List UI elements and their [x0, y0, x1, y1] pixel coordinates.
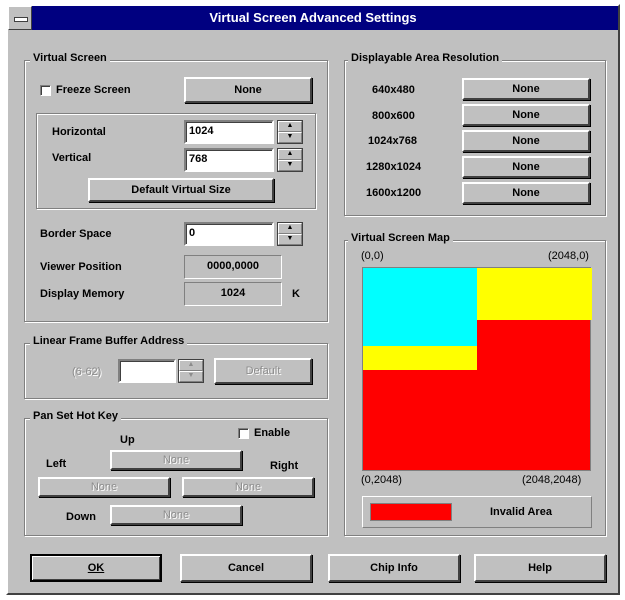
title-bar: Virtual Screen Advanced Settings [8, 6, 618, 30]
pan-down-label: Down [66, 511, 96, 523]
ok-button[interactable]: OK [30, 554, 162, 582]
resolution-label-800x600: 800x600 [372, 110, 415, 122]
linear-frame-default-button[interactable]: Default [214, 358, 312, 384]
virtual-area-region-right [477, 268, 592, 320]
pan-down-button[interactable]: None [110, 505, 242, 525]
resolution-label-1600x1200: 1600x1200 [366, 187, 422, 199]
default-virtual-size-button[interactable]: Default Virtual Size [88, 178, 274, 202]
spin-down-icon[interactable]: ▼ [179, 371, 203, 382]
pan-up-label: Up [120, 434, 135, 446]
pan-left-label: Left [46, 458, 67, 470]
virtual-screen-map-group-label: Virtual Screen Map [348, 232, 453, 244]
resolution-button-1600x1200[interactable]: None [462, 182, 590, 204]
map-top-right-coord: (2048,0) [548, 250, 589, 262]
horizontal-spinner[interactable]: ▲ ▼ [277, 120, 303, 144]
ok-button-label: OK [87, 562, 105, 574]
spin-up-icon[interactable]: ▲ [278, 223, 302, 234]
resolution-button-1280x1024[interactable]: None [462, 156, 590, 178]
border-space-label: Border Space [40, 228, 112, 240]
vertical-label: Vertical [52, 152, 92, 164]
spin-up-icon[interactable]: ▲ [179, 360, 203, 371]
map-bottom-left-coord: (0,2048) [361, 474, 402, 486]
spin-down-icon[interactable]: ▼ [278, 160, 302, 171]
linear-frame-range-label: (6-62) [72, 366, 102, 378]
window-title: Virtual Screen Advanced Settings [209, 10, 417, 25]
spin-down-icon[interactable]: ▼ [278, 234, 302, 245]
invalid-area-label: Invalid Area [490, 506, 552, 518]
border-space-input[interactable]: 0 [184, 222, 274, 246]
spin-up-icon[interactable]: ▲ [278, 149, 302, 160]
pan-up-button[interactable]: None [110, 450, 242, 470]
horizontal-input[interactable]: 1024 [184, 120, 274, 144]
pan-left-button[interactable]: None [38, 477, 170, 497]
display-memory-value: 1024 [184, 282, 282, 306]
viewer-position-label: Viewer Position [40, 261, 122, 273]
viewer-position-value: 0000,0000 [184, 255, 282, 279]
system-menu-icon [14, 17, 28, 22]
spin-down-icon[interactable]: ▼ [278, 132, 302, 143]
vertical-input[interactable]: 768 [184, 148, 274, 172]
freeze-screen-button[interactable]: None [184, 77, 312, 103]
pan-right-label: Right [270, 460, 299, 472]
pan-enable-checkbox[interactable] [238, 428, 249, 439]
resolution-button-1024x768[interactable]: None [462, 130, 590, 152]
help-button[interactable]: Help [474, 554, 606, 582]
pan-hot-key-group-label: Pan Set Hot Key [30, 410, 121, 422]
linear-frame-input[interactable] [118, 359, 176, 383]
invalid-area-swatch [370, 503, 452, 521]
map-top-left-coord: (0,0) [361, 250, 384, 262]
border-space-spinner[interactable]: ▲ ▼ [277, 222, 303, 246]
resolution-label-640x480: 640x480 [372, 84, 415, 96]
viewer-region [363, 268, 477, 346]
resolution-group-label: Displayable Area Resolution [348, 52, 503, 64]
chip-info-button[interactable]: Chip Info [328, 554, 460, 582]
spin-up-icon[interactable]: ▲ [278, 121, 302, 132]
pan-enable-label: Enable [254, 427, 291, 439]
pan-right-button[interactable]: None [182, 477, 314, 497]
virtual-screen-group-label: Virtual Screen [30, 52, 110, 64]
linear-frame-group-label: Linear Frame Buffer Address [30, 335, 188, 347]
resolution-label-1280x1024: 1280x1024 [366, 161, 422, 173]
horizontal-label: Horizontal [52, 126, 106, 138]
vertical-spinner[interactable]: ▲ ▼ [277, 148, 303, 172]
resolution-label-1024x768: 1024x768 [368, 135, 417, 147]
display-memory-label: Display Memory [40, 288, 125, 300]
system-menu-button[interactable] [8, 6, 32, 30]
display-memory-unit: K [292, 288, 300, 300]
virtual-screen-map[interactable] [362, 267, 592, 471]
cancel-button[interactable]: Cancel [180, 554, 312, 582]
resolution-button-640x480[interactable]: None [462, 78, 590, 100]
freeze-screen-label: Freeze Screen [56, 84, 131, 96]
map-bottom-right-coord: (2048,2048) [522, 474, 582, 486]
resolution-button-800x600[interactable]: None [462, 104, 590, 126]
freeze-screen-checkbox[interactable] [40, 85, 51, 96]
linear-frame-spinner[interactable]: ▲ ▼ [178, 359, 204, 383]
